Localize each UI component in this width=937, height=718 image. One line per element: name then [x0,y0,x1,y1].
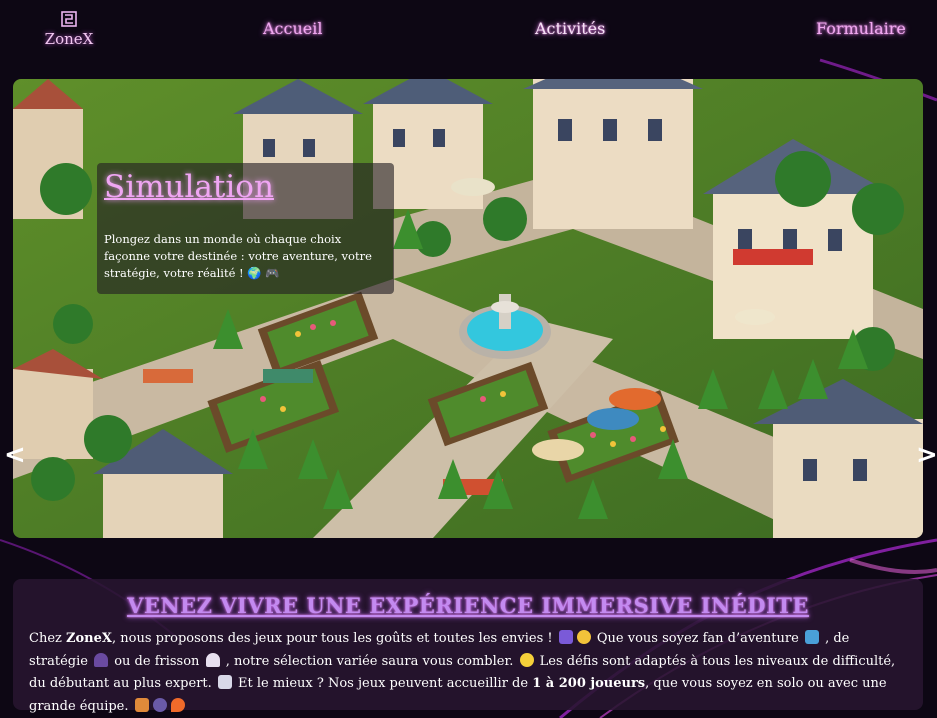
intro-section: Venez vivre une expérience immersive iné… [13,579,923,714]
logo-text: ZoneX [44,30,94,48]
lightbulb-icon [519,652,534,667]
rocket-icon [217,675,232,689]
slide-title[interactable]: Simulation [104,169,274,205]
slide-caption: Simulation Plongez dans un monde où chaq… [97,163,394,294]
nav-activites[interactable]: Activités [535,19,605,38]
nav-formulaire[interactable]: Formulaire [816,19,906,38]
carousel-prev-button[interactable]: < [4,440,26,470]
section-paragraph: Chez ZoneX, nous proposons des jeux pour… [29,628,909,718]
text-fragment: Que vous soyez fan d’aventure [592,631,803,646]
logo-icon [61,11,77,27]
text-fragment: ou de frisson [110,653,204,669]
village-illustration [13,79,923,538]
sparkles-icon [576,630,591,644]
chess-pawn-icon [94,652,109,667]
text-fragment: Chez [29,631,66,646]
nav-accueil[interactable]: Accueil [263,19,322,38]
text-fragment: Et le mieux ? Nos jeux peuvent accueilli… [233,676,533,691]
text-fragment: , notre sélection variée saura vous comb… [221,653,518,669]
gamepad-icon [558,630,573,644]
section-title: Venez vivre une expérience immersive iné… [127,593,809,618]
fire-icon [170,697,185,712]
top-navbar: ZoneX Accueil Activités Formulaire [0,0,937,60]
slide-description: Plongez dans un monde où chaque choix fa… [104,232,372,280]
text-fragment: , nous proposons des jeux pour tous les … [111,631,557,646]
people-icon [152,697,167,712]
party-popper-icon [134,697,149,712]
map-icon [804,630,819,644]
activity-carousel: Simulation Plongez dans un monde où chaq… [13,79,923,538]
brand-name: ZoneX [66,631,112,646]
carousel-next-button[interactable]: > [916,440,937,470]
logo[interactable]: ZoneX [44,10,94,48]
players-range: 1 à 200 joueurs [532,676,646,691]
ghost-icon [205,652,220,667]
